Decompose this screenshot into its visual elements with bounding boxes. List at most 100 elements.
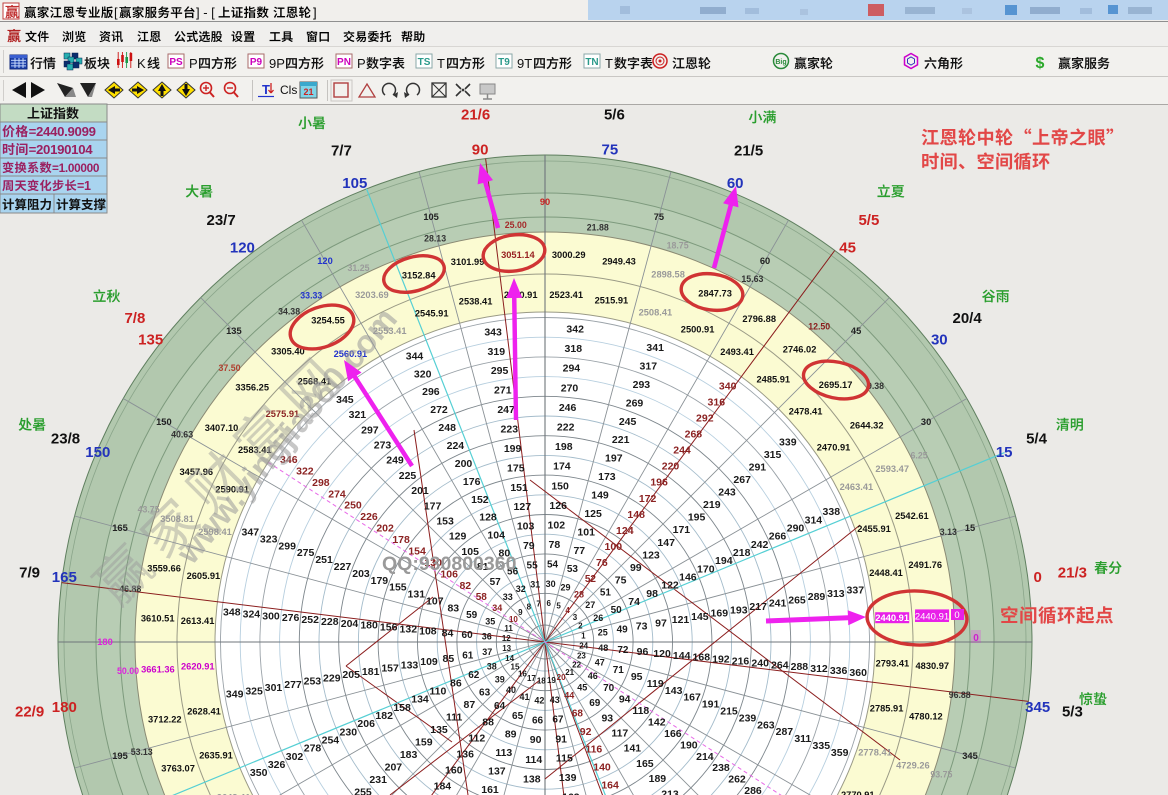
svg-text:13: 13 <box>502 644 511 653</box>
svg-text:64: 64 <box>494 701 506 712</box>
svg-text:179: 179 <box>371 575 389 587</box>
svg-text:286: 286 <box>744 785 762 795</box>
svg-text:194: 194 <box>715 555 733 567</box>
svg-text:191: 191 <box>702 699 720 711</box>
svg-text:239: 239 <box>739 712 757 724</box>
svg-text:242: 242 <box>751 539 769 551</box>
svg-text:96.88: 96.88 <box>949 690 971 700</box>
svg-text:113: 113 <box>495 747 512 759</box>
svg-text:31.25: 31.25 <box>347 263 369 273</box>
svg-text:65: 65 <box>512 711 524 722</box>
svg-text:348: 348 <box>223 607 241 619</box>
svg-text:TN: TN <box>585 57 598 68</box>
svg-text:215: 215 <box>720 706 738 718</box>
svg-text:170: 170 <box>697 563 715 575</box>
svg-text:T: T <box>262 82 270 97</box>
svg-text:165: 165 <box>112 523 128 533</box>
svg-text:195: 195 <box>688 512 706 524</box>
svg-text:2463.41: 2463.41 <box>840 482 874 492</box>
svg-text:9P: 9P <box>269 56 285 71</box>
svg-text:142: 142 <box>648 716 666 728</box>
svg-text:201: 201 <box>411 485 429 497</box>
svg-text:82: 82 <box>459 580 471 592</box>
svg-text:122: 122 <box>661 580 679 592</box>
svg-text:2542.61: 2542.61 <box>895 511 929 521</box>
svg-text:T9: T9 <box>498 57 510 68</box>
svg-text:180: 180 <box>52 699 77 716</box>
svg-text:180: 180 <box>360 620 378 632</box>
svg-text:190: 190 <box>680 739 698 751</box>
svg-text:2: 2 <box>578 622 583 631</box>
svg-text:250: 250 <box>344 500 362 512</box>
svg-text:31: 31 <box>530 579 540 589</box>
svg-text:57: 57 <box>490 577 502 588</box>
svg-text:288: 288 <box>791 661 809 673</box>
svg-text:90: 90 <box>540 197 550 207</box>
svg-text:158: 158 <box>393 702 411 714</box>
svg-text:300: 300 <box>262 610 280 622</box>
svg-text:4780.12: 4780.12 <box>909 711 943 721</box>
svg-text:206: 206 <box>357 718 375 730</box>
svg-text:2793.41: 2793.41 <box>876 659 910 669</box>
svg-text:20/4: 20/4 <box>952 310 982 327</box>
svg-text:50: 50 <box>611 605 623 616</box>
svg-text:6: 6 <box>546 599 551 608</box>
svg-text:=1.00000: =1.00000 <box>52 161 100 175</box>
svg-text:163: 163 <box>562 792 580 795</box>
svg-text:15.63: 15.63 <box>741 274 763 284</box>
svg-text:67: 67 <box>552 715 564 726</box>
svg-text:345: 345 <box>962 751 978 761</box>
svg-text:180: 180 <box>97 637 113 647</box>
svg-text:TS: TS <box>418 57 431 68</box>
svg-text:119: 119 <box>647 678 664 690</box>
svg-text:277: 277 <box>284 679 302 691</box>
svg-text:K: K <box>137 56 146 71</box>
svg-text:40.63: 40.63 <box>171 430 193 440</box>
svg-text:245: 245 <box>619 416 637 428</box>
svg-text:290: 290 <box>787 523 805 535</box>
svg-text:21.88: 21.88 <box>587 222 609 232</box>
svg-text:85: 85 <box>443 653 455 665</box>
svg-text:100: 100 <box>605 541 623 553</box>
svg-text:27: 27 <box>585 600 595 610</box>
svg-text:66: 66 <box>532 715 544 726</box>
svg-text:2949.43: 2949.43 <box>602 256 636 266</box>
svg-text:3356.25: 3356.25 <box>235 383 269 393</box>
svg-text:174: 174 <box>553 461 571 473</box>
svg-text:145: 145 <box>691 611 709 623</box>
svg-text:2538.41: 2538.41 <box>459 296 493 306</box>
svg-text:135: 135 <box>138 331 163 348</box>
svg-text:37.50: 37.50 <box>218 363 240 373</box>
svg-text:0: 0 <box>1034 569 1042 586</box>
svg-text:181: 181 <box>362 666 380 678</box>
svg-text:60: 60 <box>760 256 770 266</box>
svg-text:79: 79 <box>523 540 535 552</box>
svg-text:311: 311 <box>794 733 811 745</box>
svg-text:338: 338 <box>823 506 841 518</box>
svg-text:120: 120 <box>653 648 671 660</box>
svg-text:204: 204 <box>341 618 359 630</box>
svg-text:0: 0 <box>954 610 959 621</box>
svg-text:321: 321 <box>349 409 367 421</box>
svg-text:88: 88 <box>482 716 494 728</box>
svg-text:3407.10: 3407.10 <box>205 423 239 433</box>
svg-text:21/6: 21/6 <box>461 107 490 124</box>
svg-text:84: 84 <box>442 627 454 639</box>
svg-text:109: 109 <box>420 656 438 668</box>
svg-text:103: 103 <box>517 521 535 533</box>
svg-text:151: 151 <box>510 482 528 494</box>
svg-text:202: 202 <box>376 523 394 535</box>
svg-text:253: 253 <box>304 676 322 688</box>
svg-text:45: 45 <box>577 682 587 692</box>
svg-text:5/5: 5/5 <box>858 212 879 229</box>
svg-text:255: 255 <box>354 787 372 795</box>
svg-text:135: 135 <box>226 326 242 336</box>
svg-text:=2440.9099: =2440.9099 <box>29 124 96 139</box>
svg-text:298: 298 <box>312 477 330 489</box>
svg-text:104: 104 <box>487 530 505 542</box>
svg-text:173: 173 <box>598 471 616 483</box>
svg-text:42: 42 <box>534 695 544 705</box>
svg-text:4: 4 <box>565 606 570 615</box>
svg-text:2485.91: 2485.91 <box>756 375 790 385</box>
svg-text:30: 30 <box>546 579 556 589</box>
